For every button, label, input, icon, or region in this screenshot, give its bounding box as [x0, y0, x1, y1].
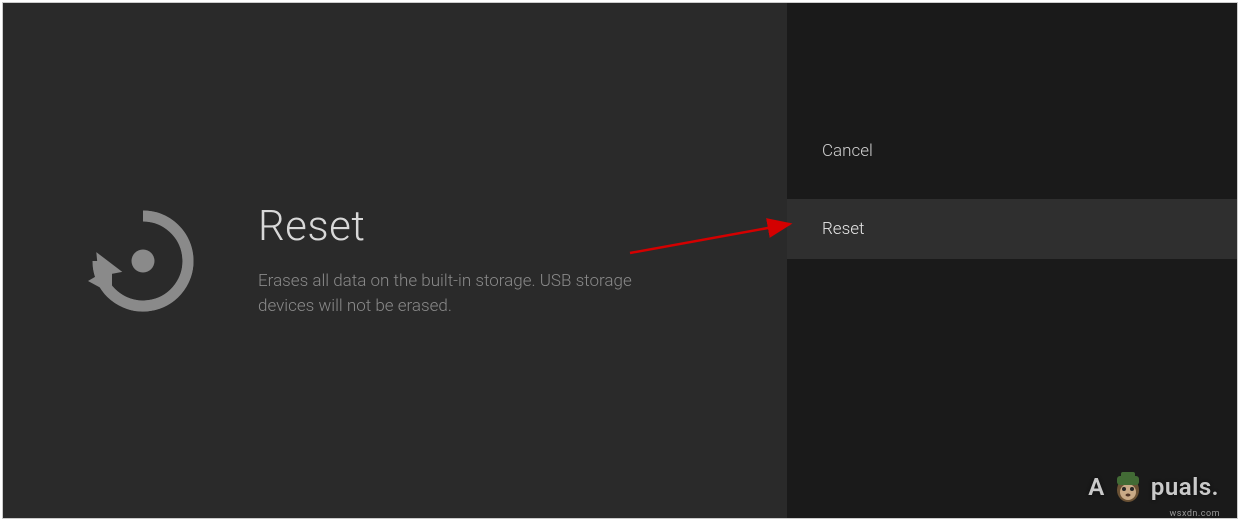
info-pane: Reset Erases all data on the built-in st… [3, 3, 787, 518]
watermark-prefix: A [1088, 473, 1105, 501]
reset-button[interactable]: Reset [787, 199, 1237, 259]
page-description: Erases all data on the built-in storage.… [258, 269, 688, 320]
cancel-button[interactable]: Cancel [787, 121, 1237, 181]
restore-icon [73, 196, 203, 326]
options-pane: Cancel Reset [787, 3, 1237, 518]
watermark: A puals. [1088, 468, 1219, 506]
watermark-suffix: puals. [1151, 473, 1219, 501]
source-domain: wsxdn.com [1170, 509, 1220, 519]
mascot-icon [1111, 468, 1145, 506]
reset-dialog-screen: Reset Erases all data on the built-in st… [2, 2, 1238, 519]
page-title: Reset [258, 202, 688, 251]
cancel-label: Cancel [822, 141, 873, 161]
info-text: Reset Erases all data on the built-in st… [258, 202, 688, 320]
reset-label: Reset [822, 219, 864, 239]
